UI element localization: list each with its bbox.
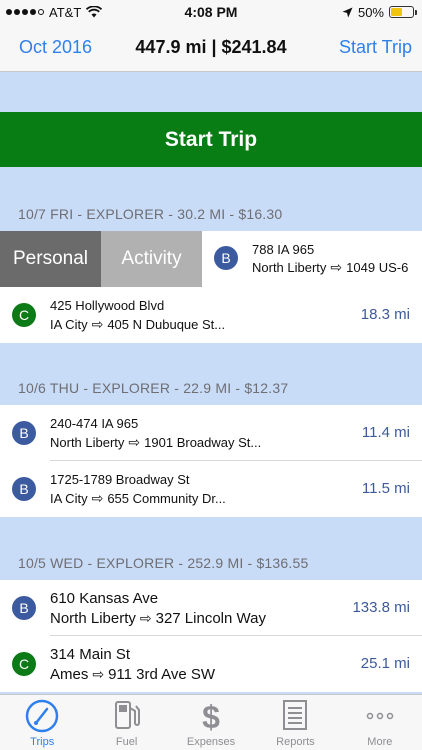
trip-to-city: IA City	[50, 317, 88, 332]
arrow-right-icon: ⇨	[128, 434, 141, 450]
vehicle-badge: B	[214, 246, 238, 270]
trip-miles: 11.4 mi	[361, 424, 410, 441]
trip-row[interactable]: B 1725-1789 Broadway St IA City ⇨ 655 Co…	[0, 461, 422, 517]
arrow-right-icon: ⇨	[91, 490, 104, 506]
section-header: 10/6 THU - EXPLORER - 22.9 MI - $12.37	[18, 380, 289, 396]
more-dots-icon	[366, 712, 394, 720]
trip-to: North Liberty ⇨ 1901 Broadway St...	[50, 434, 261, 451]
battery-icon	[389, 6, 417, 18]
trips-gauge-icon	[25, 699, 59, 733]
trip-to-address: 1049 US-6	[346, 260, 409, 275]
vehicle-badge: C	[12, 303, 36, 327]
trip-to: North Liberty ⇨ 1049 US-6	[252, 259, 408, 276]
tab-label: Expenses	[186, 736, 236, 748]
tab-label: Fuel	[115, 736, 138, 748]
trip-row-content[interactable]: B 788 IA 965 North Liberty ⇨ 1049 US-6	[202, 231, 422, 287]
nav-start-trip-button[interactable]: Start Trip	[339, 37, 412, 58]
trip-row[interactable]: C 425 Hollywood Blvd IA City ⇨ 405 N Dub…	[0, 287, 422, 343]
trip-from: 425 Hollywood Blvd	[50, 298, 165, 313]
section-header: 10/7 FRI - EXPLORER - 30.2 MI - $16.30	[18, 206, 283, 222]
nav-bar: Oct 2016 447.9 mi | $241.84 Start Trip	[0, 24, 422, 72]
trip-miles: 11.5 mi	[361, 480, 410, 497]
dollar-icon: $	[202, 699, 220, 733]
trip-to-address: 1901 Broadway St...	[144, 435, 262, 450]
trip-row[interactable]: B 240-474 IA 965 North Liberty ⇨ 1901 Br…	[0, 405, 422, 461]
location-arrow-icon	[342, 7, 353, 17]
trip-to-address: 911 3rd Ave SW	[108, 666, 216, 683]
trip-to: IA City ⇨ 405 N Dubuque St...	[50, 316, 225, 333]
trip-to-city: North Liberty	[252, 260, 327, 275]
tab-trips[interactable]: Trips	[0, 695, 84, 750]
arrow-right-icon: ⇨	[91, 316, 104, 332]
trip-to-address: 405 N Dubuque St...	[107, 317, 226, 332]
tab-label: More	[367, 736, 393, 748]
trip-to: IA City ⇨ 655 Community Dr...	[50, 490, 226, 507]
arrow-right-icon: ⇨	[139, 610, 152, 626]
tab-expenses[interactable]: $ Expenses	[169, 695, 253, 750]
trip-to-city: Ames	[50, 666, 89, 683]
trip-to: North Liberty ⇨ 327 Lincoln Way	[50, 610, 266, 627]
vehicle-badge: B	[12, 477, 36, 501]
trip-row[interactable]: B 610 Kansas Ave North Liberty ⇨ 327 Lin…	[0, 580, 422, 636]
trip-from: 788 IA 965	[252, 242, 315, 257]
trip-from: 1725-1789 Broadway St	[50, 472, 190, 487]
vehicle-badge: C	[12, 652, 36, 676]
trip-to-address: 655 Community Dr...	[107, 491, 226, 506]
tab-label: Trips	[30, 736, 55, 748]
battery-percent: 50%	[357, 4, 384, 20]
vehicle-badge: B	[12, 421, 36, 445]
fuel-pump-icon	[114, 701, 140, 729]
tab-bar: Trips Fuel $ Expenses Reports More	[0, 694, 422, 750]
activity-action-button[interactable]: Activity	[101, 231, 202, 287]
personal-action-button[interactable]: Personal	[0, 231, 101, 287]
status-right: 50%	[342, 4, 417, 20]
trip-from: 314 Main St	[50, 646, 131, 663]
tab-label: Reports	[276, 736, 315, 748]
svg-text:$: $	[202, 699, 220, 733]
trip-to-city: North Liberty	[50, 435, 125, 450]
tab-reports[interactable]: Reports	[253, 695, 337, 750]
tab-fuel[interactable]: Fuel	[84, 695, 168, 750]
trip-miles: 18.3 mi	[360, 306, 410, 323]
section-header: 10/5 WED - EXPLORER - 252.9 MI - $136.55	[18, 555, 309, 571]
trip-from: 610 Kansas Ave	[50, 590, 159, 607]
status-bar: AT&T 4:08 PM 50%	[0, 0, 422, 24]
reports-icon	[283, 700, 308, 730]
trip-to: Ames ⇨ 911 3rd Ave SW	[50, 666, 215, 683]
trip-to-address: 327 Lincoln Way	[155, 610, 266, 627]
trip-miles: 25.1 mi	[360, 655, 410, 672]
arrow-right-icon: ⇨	[92, 666, 105, 682]
trip-to-city: North Liberty	[50, 610, 136, 627]
swiped-trip-row: Personal Activity B 788 IA 965 North Lib…	[0, 231, 422, 287]
trip-from: 240-474 IA 965	[50, 416, 139, 431]
trip-miles: 133.8 mi	[352, 599, 410, 616]
start-trip-button[interactable]: Start Trip	[0, 112, 422, 167]
tab-more[interactable]: More	[338, 695, 422, 750]
trip-to-city: IA City	[50, 491, 88, 506]
arrow-right-icon: ⇨	[330, 259, 343, 275]
trip-row[interactable]: C 314 Main St Ames ⇨ 911 3rd Ave SW 25.1…	[0, 636, 422, 692]
vehicle-badge: B	[12, 596, 36, 620]
